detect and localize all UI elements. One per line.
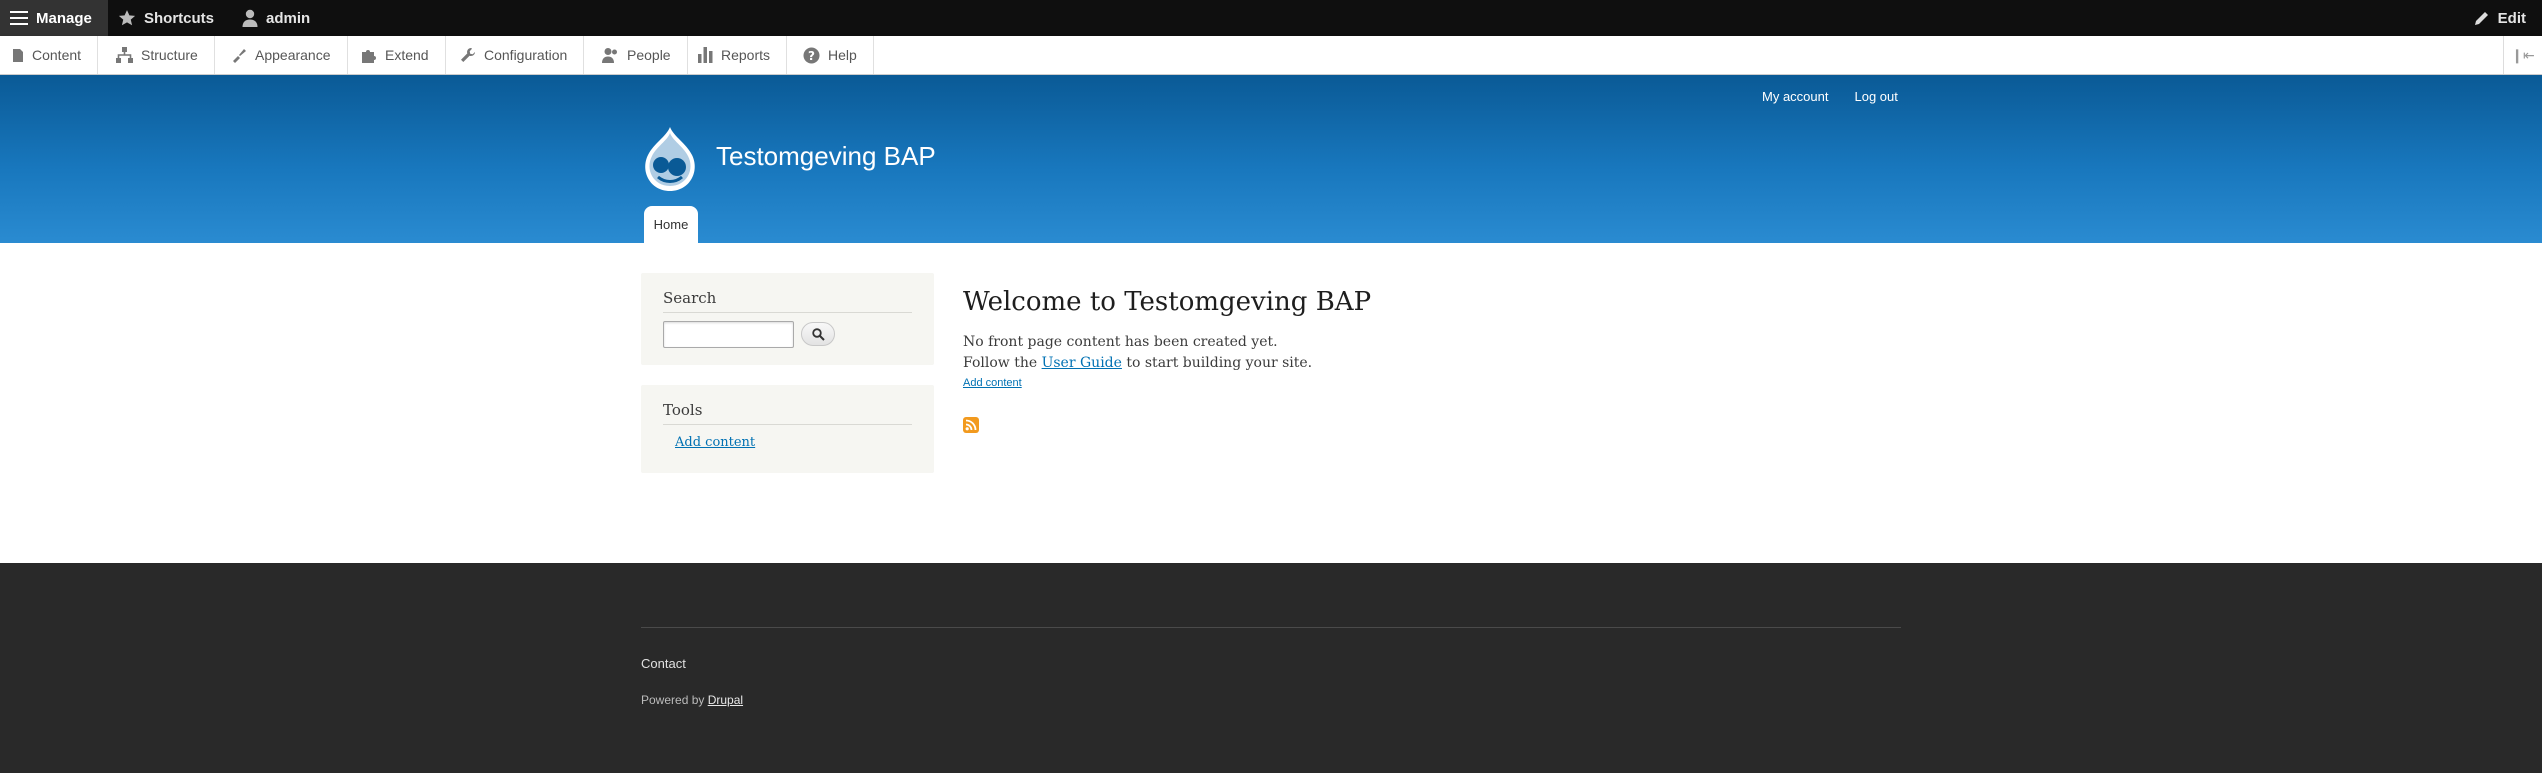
tray-item-reports[interactable]: Reports — [686, 36, 788, 74]
tray-item-help[interactable]: ? Help — [791, 36, 874, 74]
shortcuts-label: Shortcuts — [144, 9, 215, 27]
log-out-link[interactable]: Log out — [1854, 89, 1897, 104]
drupal-link[interactable]: Drupal — [708, 693, 743, 707]
tray-item-label: Help — [828, 47, 857, 63]
footer-contact-link[interactable]: Contact — [641, 656, 686, 671]
edit-label: Edit — [2497, 9, 2526, 27]
brush-icon — [233, 49, 246, 63]
help-icon: ? — [803, 47, 820, 63]
site-name[interactable]: Testomgeving BAP — [716, 141, 936, 172]
tools-add-content-link[interactable]: Add content — [675, 435, 755, 450]
page-title: Welcome to Testomgeving BAP — [963, 287, 1372, 317]
manage-tab[interactable]: Manage — [0, 0, 108, 36]
tray-item-structure[interactable]: Structure — [104, 36, 215, 74]
tools-block: Tools Add content — [641, 385, 934, 473]
wrench-icon — [461, 48, 475, 62]
tray-item-appearance[interactable]: Appearance — [219, 36, 348, 74]
tray-item-label: People — [627, 47, 671, 63]
shortcuts-tab[interactable]: Shortcuts — [118, 0, 214, 36]
user-guide-message: Follow the User Guide to start building … — [963, 355, 1312, 371]
powered-by: Powered by Drupal — [641, 693, 743, 707]
site-header: My account Log out Testomgeving BAP Home — [0, 75, 2542, 243]
star-icon — [118, 10, 136, 26]
search-button[interactable] — [801, 322, 835, 346]
site-footer: Contact Powered by Drupal — [0, 563, 2542, 773]
admin-tray: Content Structure Appearance Extend Conf… — [0, 36, 2542, 75]
tray-item-people[interactable]: People — [590, 36, 688, 74]
tools-block-title: Tools — [663, 401, 703, 419]
drupal-logo-icon[interactable] — [640, 125, 700, 195]
search-block-title: Search — [663, 289, 717, 307]
tray-item-label: Configuration — [484, 47, 568, 63]
add-content-link[interactable]: Add content — [963, 377, 1022, 389]
tray-item-label: Extend — [385, 47, 429, 63]
rss-feed-icon[interactable] — [963, 417, 979, 433]
file-icon — [13, 48, 23, 62]
block-divider — [663, 424, 912, 425]
footer-divider — [641, 627, 1901, 628]
tray-item-extend[interactable]: Extend — [349, 36, 446, 74]
my-account-link[interactable]: My account — [1762, 89, 1828, 104]
powered-by-text: Powered by — [641, 693, 708, 707]
puzzle-icon — [362, 50, 376, 63]
bar-chart-icon — [698, 47, 713, 63]
user-tab[interactable]: admin — [242, 0, 310, 36]
menu-icon — [10, 11, 28, 25]
pencil-icon — [2474, 12, 2488, 25]
svg-text:?: ? — [808, 49, 815, 63]
tray-orientation-toggle[interactable]: ❙⇤ — [2503, 36, 2542, 74]
message-text: Follow the — [963, 355, 1042, 371]
main-menu-home[interactable]: Home — [644, 206, 698, 243]
message-text: to start building your site. — [1121, 355, 1313, 371]
secondary-menu: My account Log out — [1762, 89, 1898, 104]
search-block: Search — [641, 273, 934, 365]
search-input[interactable] — [663, 321, 794, 348]
people-icon — [602, 48, 617, 63]
tray-item-label: Content — [32, 47, 82, 63]
orientation-toggle-icon: ❙⇤ — [2511, 46, 2535, 63]
block-divider — [663, 312, 912, 313]
manage-label: Manage — [36, 9, 92, 27]
tray-item-label: Reports — [721, 47, 771, 63]
search-icon — [811, 327, 825, 341]
user-icon — [242, 9, 258, 27]
user-guide-link[interactable]: User Guide — [1042, 355, 1122, 371]
tray-item-configuration[interactable]: Configuration — [448, 36, 585, 74]
sitemap-icon — [116, 47, 133, 63]
tray-item-content[interactable]: Content — [0, 36, 99, 74]
tray-item-label: Appearance — [255, 47, 331, 63]
edit-button[interactable]: Edit — [2474, 0, 2526, 36]
user-label: admin — [266, 9, 311, 27]
no-content-message: No front page content has been created y… — [963, 334, 1278, 350]
tray-item-label: Structure — [141, 47, 198, 63]
admin-toolbar: Manage Shortcuts admin Edit — [0, 0, 2542, 36]
